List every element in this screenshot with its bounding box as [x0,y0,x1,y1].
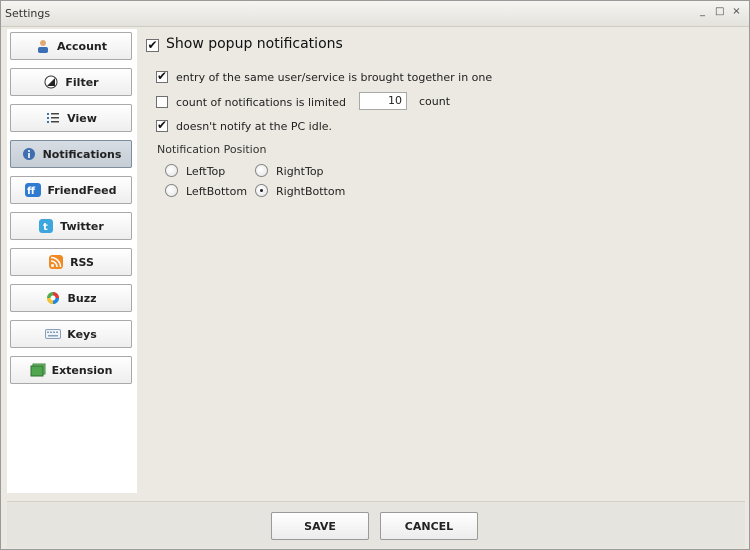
footer-bar: SAVE CANCEL [7,501,745,548]
sidebar-item-twitter[interactable]: t Twitter [10,212,132,240]
settings-window: Settings _ □ × Account Filter View Notif… [0,0,750,550]
sidebar-item-account[interactable]: Account [10,32,132,60]
rss-icon [48,254,64,270]
window-controls: _ □ × [698,6,741,17]
idle-checkbox[interactable]: ✔ [156,118,168,132]
save-button[interactable]: SAVE [271,512,369,540]
svg-text:t: t [43,222,48,233]
settings-sidebar: Account Filter View Notifications ff Fri… [7,29,137,493]
limit-count-label: count of notifications is limited [176,96,346,109]
close-button[interactable]: × [732,6,741,17]
sidebar-item-label: Notifications [42,147,122,161]
sidebar-item-friendfeed[interactable]: ff FriendFeed [10,176,132,204]
sidebar-item-filter[interactable]: Filter [10,68,132,96]
cancel-button[interactable]: CANCEL [380,512,478,540]
sidebar-item-extension[interactable]: Extension [10,356,132,384]
sidebar-item-rss[interactable]: RSS [10,248,132,276]
title-bar: Settings _ □ × [1,1,749,27]
check-icon: ✔ [147,37,158,52]
sidebar-item-label: Filter [65,75,99,89]
show-popup-label: Show popup notifications [166,36,343,52]
limit-count-unit: count [419,95,451,108]
merge-entries-label: entry of the same user/service is brough… [176,71,493,84]
window-title: Settings [5,7,51,20]
friendfeed-icon: ff [25,182,42,198]
radio-lefttop-label: LeftTop [186,165,226,178]
radio-righttop[interactable] [255,164,268,177]
sidebar-item-label: RSS [70,255,94,269]
limit-count-input[interactable]: 10 [359,92,407,110]
minimize-button[interactable]: _ [698,6,707,17]
sidebar-item-notifications[interactable]: Notifications [10,140,132,168]
sidebar-item-buzz[interactable]: Buzz [10,284,132,312]
filter-icon [43,74,59,90]
sidebar-item-label: Extension [51,363,113,377]
limit-count-checkbox[interactable] [156,96,168,108]
extension-icon [30,362,46,378]
twitter-icon: t [38,218,54,234]
maximize-button[interactable]: □ [715,6,724,17]
radio-selected-dot [260,189,263,192]
radio-leftbottom[interactable] [165,184,178,197]
sidebar-item-label: FriendFeed [47,183,117,197]
list-view-icon [45,110,61,126]
sidebar-item-view[interactable]: View [10,104,132,132]
merge-entries-checkbox[interactable]: ✔ [156,69,168,83]
show-popup-checkbox[interactable]: ✔ [146,39,159,52]
radio-rightbottom-label: RightBottom [276,185,346,198]
idle-label: doesn't notify at the PC idle. [176,120,333,133]
keyboard-icon [45,326,62,342]
user-icon [35,38,51,54]
sidebar-item-label: View [67,111,97,125]
radio-righttop-label: RightTop [276,165,324,178]
radio-leftbottom-label: LeftBottom [186,185,248,198]
svg-text:ff: ff [27,186,36,197]
sidebar-item-label: Account [56,39,108,53]
check-icon: ✔ [156,69,168,83]
buzz-icon [45,290,61,306]
notifications-panel: ✔ Show popup notifications ✔ entry of th… [143,29,743,493]
info-icon [21,146,37,162]
sidebar-item-label: Twitter [60,219,104,233]
sidebar-item-keys[interactable]: Keys [10,320,132,348]
check-icon: ✔ [156,118,168,132]
radio-lefttop[interactable] [165,164,178,177]
radio-rightbottom[interactable] [255,184,268,197]
sidebar-item-label: Buzz [67,291,97,305]
notification-position-label: Notification Position [157,143,267,156]
sidebar-item-label: Keys [67,327,97,341]
